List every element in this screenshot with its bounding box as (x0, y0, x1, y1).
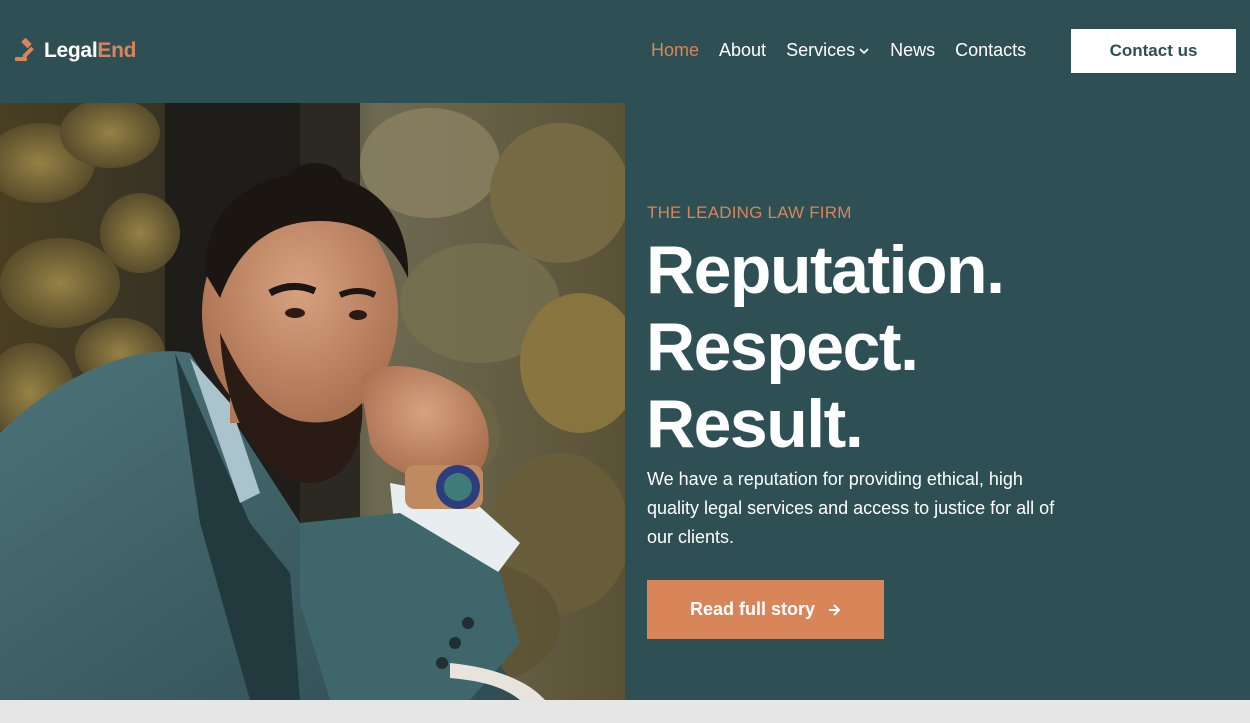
arrow-right-icon (829, 603, 841, 616)
contact-us-button[interactable]: Contact us (1071, 29, 1236, 73)
nav-item-news[interactable]: News (890, 40, 935, 61)
brand-name: LegalEnd (44, 39, 137, 62)
hero-eyebrow: THE LEADING LAW FIRM (647, 203, 852, 222)
gavel-icon (15, 38, 34, 61)
nav-item-contacts[interactable]: Contacts (955, 40, 1026, 61)
nav-item-home[interactable]: Home (651, 40, 699, 61)
site-header: LegalEnd Home About Services News Contac… (0, 0, 1250, 103)
brand-logo[interactable]: LegalEnd (13, 36, 136, 66)
hero-headline: Reputation. Respect. Result. (646, 232, 1206, 463)
hero-description: We have a reputation for providing ethic… (647, 469, 1055, 547)
nav-item-services[interactable]: Services (786, 40, 870, 61)
headline-line-3: Result. (646, 386, 864, 462)
hero-photo-illustration (0, 103, 625, 700)
headline-line-1: Reputation. (646, 232, 1005, 308)
nav-item-about[interactable]: About (719, 40, 766, 61)
read-full-story-button[interactable]: Read full story (647, 580, 884, 639)
nav-item-services-label: Services (786, 39, 856, 60)
next-section-edge (0, 700, 1250, 723)
main-nav: Home About Services News Contacts (651, 38, 1026, 62)
chevron-down-icon (859, 48, 869, 55)
headline-line-2: Respect. (646, 309, 919, 385)
hero-image (0, 103, 625, 700)
read-full-story-label: Read full story (689, 599, 816, 619)
